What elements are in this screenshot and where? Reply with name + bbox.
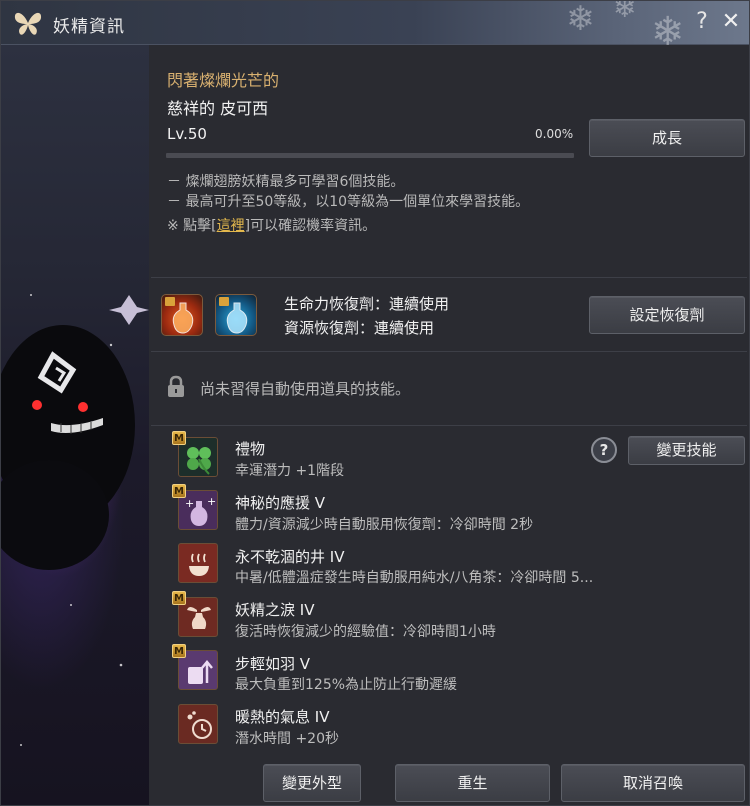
skill-desc: 復活時恢復減少的經驗值：冷卻時間1小時 xyxy=(235,624,496,640)
rebirth-button[interactable]: 重生 xyxy=(395,764,550,802)
probability-info-link[interactable]: 這裡 xyxy=(217,218,245,234)
skill-desc: 最大負重到125%為止防止行動遲緩 xyxy=(235,677,458,693)
skill-name: 永不乾涸的井 IV xyxy=(235,548,345,566)
grow-button[interactable]: 成長 xyxy=(589,119,745,157)
dismiss-button[interactable]: 取消召喚 xyxy=(561,764,745,802)
snowflake-decoration: ❄ xyxy=(613,0,637,24)
fairy-level: Lv.50 xyxy=(167,125,207,143)
skill-name: 暖熱的氣息 IV xyxy=(235,708,330,726)
mp-recovery-label: 資源恢復劑：連續使用 xyxy=(284,319,435,337)
note-probability: ※ 點擊[這裡]可以確認機率資訊。 xyxy=(167,215,376,235)
note-probability-prefix: ※ 點擊[ xyxy=(167,218,217,234)
butterfly-icon xyxy=(14,12,42,35)
skill-icon-slot[interactable] xyxy=(178,543,218,583)
snowflake-decoration: ❄ xyxy=(566,0,595,39)
exp-progress-bar xyxy=(166,153,574,158)
help-button[interactable]: ? xyxy=(691,8,713,36)
hp-potion-icon xyxy=(165,297,194,334)
divider xyxy=(151,277,747,278)
fairy-info-window: 妖精資訊 ❄ ❄ ❄ ? ✕ 閃著燦爛光芒的 慈祥的 皮可西 Lv.50 0.0… xyxy=(0,0,750,806)
skill-icon-slot[interactable] xyxy=(178,704,218,744)
fairy-character-image xyxy=(1,294,149,746)
hp-recovery-label: 生命力恢復劑：連續使用 xyxy=(284,295,450,313)
skill-name: 禮物 xyxy=(235,440,266,458)
mp-potion-slot[interactable] xyxy=(215,294,257,336)
hot-bowl-icon xyxy=(189,553,209,576)
title-bar[interactable]: 妖精資訊 ❄ ❄ ❄ ? ✕ xyxy=(1,0,749,55)
svg-text:+: + xyxy=(207,495,216,508)
skill-desc: 體力/資源減少時自動服用恢復劑：冷卻時間 2秒 xyxy=(235,517,534,533)
note-max-level: － 最高可升至50等級，以10等級為一個單位來學習技能。 xyxy=(167,194,530,210)
change-skill-button[interactable]: 變更技能 xyxy=(628,436,745,465)
window-title: 妖精資訊 xyxy=(53,17,125,37)
note-probability-suffix: ]可以確認機率資訊。 xyxy=(244,218,377,234)
fairy-name: 慈祥的 皮可西 xyxy=(167,99,269,118)
divider xyxy=(151,351,747,352)
fairy-prefix: 閃著燦爛光芒的 xyxy=(167,71,280,90)
fairy-portrait xyxy=(1,45,149,805)
set-recovery-button[interactable]: 設定恢復劑 xyxy=(589,296,745,334)
auto-item-message: 尚未習得自動使用道具的技能。 xyxy=(200,380,411,398)
mp-potion-icon xyxy=(219,297,248,334)
lock-icon xyxy=(168,375,184,397)
note-max-skills: － 燦爛翅膀妖精最多可學習6個技能。 xyxy=(167,174,405,190)
skill-help-button[interactable]: ? xyxy=(591,437,617,463)
skill-desc: 潛水時間 +20秒 xyxy=(235,731,339,747)
divider xyxy=(151,425,747,426)
skill-desc: 幸運潛力 +1階段 xyxy=(235,463,345,479)
svg-text:+: + xyxy=(185,497,194,510)
skill-name: 步輕如羽 V xyxy=(235,655,311,673)
hp-potion-slot[interactable] xyxy=(161,294,203,336)
change-appearance-button[interactable]: 變更外型 xyxy=(263,764,361,802)
skill-desc: 中暑/低體溫症發生時自動服用純水/八角茶：冷卻時間 5... xyxy=(235,570,594,586)
exp-percent: 0.00% xyxy=(535,127,574,141)
m-badge: M xyxy=(172,644,186,658)
m-badge: M xyxy=(172,591,186,605)
skill-name: 神秘的應援 V xyxy=(235,494,326,512)
breath-timer-icon xyxy=(187,711,212,739)
skill-name: 妖精之淚 IV xyxy=(235,601,315,619)
m-badge: M xyxy=(172,431,186,445)
close-button[interactable]: ✕ xyxy=(719,8,743,36)
m-badge: M xyxy=(172,484,186,498)
